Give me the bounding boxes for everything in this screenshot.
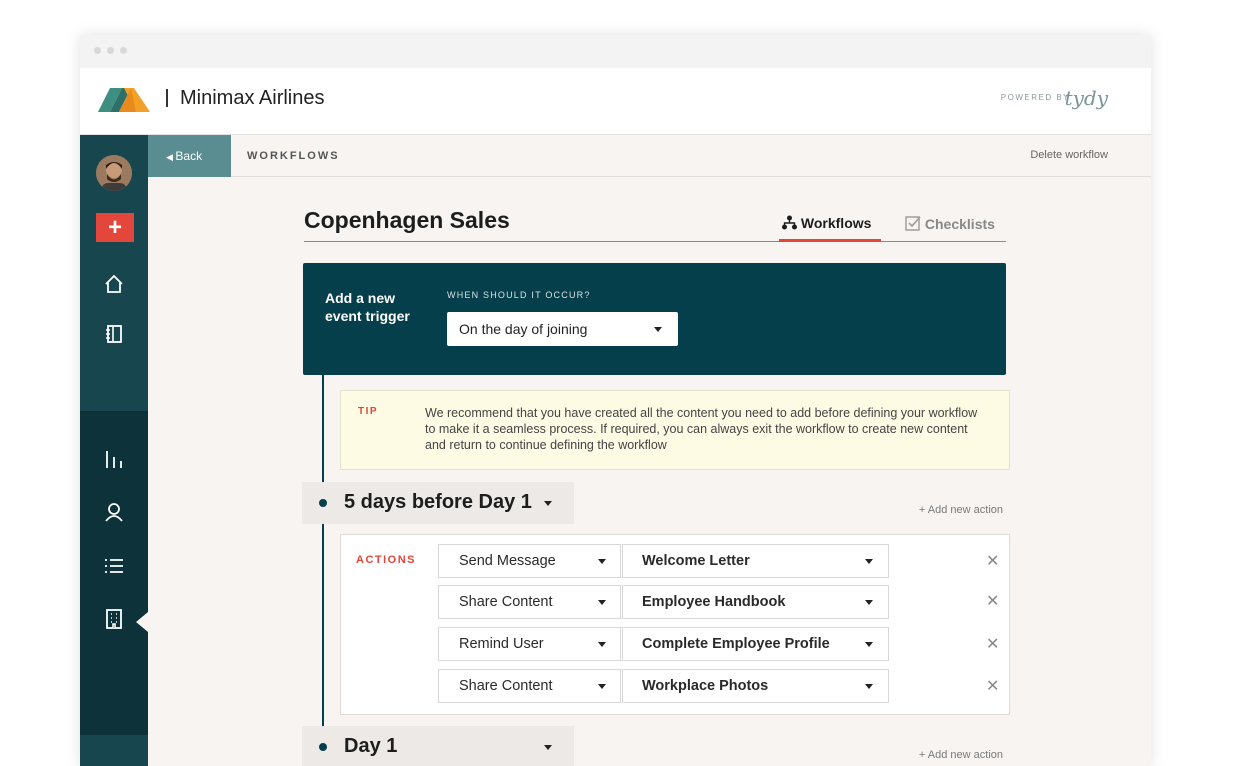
- action-type-value: Send Message: [459, 553, 556, 569]
- chevron-down-icon: [598, 559, 606, 564]
- tab-workflows-label: Workflows: [800, 215, 872, 231]
- remove-action-icon[interactable]: ✕: [986, 679, 999, 695]
- action-type-value: Share Content: [459, 678, 553, 694]
- breadcrumb: WORKFLOWS: [247, 150, 340, 162]
- chevron-down-icon: [865, 559, 873, 564]
- title-divider: [304, 241, 1006, 242]
- actions-panel: ACTIONS Send Message Welcome Letter ✕ Sh…: [340, 534, 1010, 715]
- workflow-icon: [782, 215, 797, 230]
- tab-workflows[interactable]: Workflows: [782, 215, 871, 231]
- trigger-select-value: On the day of joining: [459, 321, 588, 337]
- tip-text: We recommend that you have created all t…: [425, 406, 978, 452]
- chevron-down-icon: [865, 600, 873, 605]
- brand-separator: [166, 89, 168, 107]
- window-dot: [107, 47, 114, 54]
- timeline-dot: [319, 743, 327, 751]
- powered-by-label: POWERED BY: [1000, 93, 1070, 102]
- back-label: Back: [175, 149, 203, 163]
- bar-chart-icon[interactable]: [103, 448, 125, 470]
- chevron-down-icon: [598, 684, 606, 689]
- window-dot: [94, 47, 101, 54]
- action-target-select[interactable]: Workplace Photos: [622, 669, 889, 703]
- action-type-select[interactable]: Share Content: [438, 669, 621, 703]
- notebook-icon[interactable]: [103, 323, 125, 345]
- checkbox-icon: [905, 216, 921, 231]
- action-target-select[interactable]: Welcome Letter: [622, 544, 889, 578]
- action-type-value: Remind User: [459, 636, 544, 652]
- chevron-down-icon: [598, 642, 606, 647]
- action-target-value: Complete Employee Profile: [642, 636, 830, 652]
- brand-name: Minimax Airlines: [180, 87, 325, 109]
- when-label: WHEN SHOULD IT OCCUR?: [447, 290, 591, 300]
- event-trigger-panel: Add a new event trigger WHEN SHOULD IT O…: [303, 263, 1006, 375]
- action-type-value: Share Content: [459, 594, 553, 610]
- chevron-down-icon: [654, 327, 662, 332]
- window-dot: [120, 47, 127, 54]
- section-title: 5 days before Day 1: [344, 491, 532, 513]
- page-title: Copenhagen Sales: [304, 207, 510, 233]
- add-action-link[interactable]: + Add new action: [919, 749, 1003, 761]
- chevron-left-icon: ◀: [166, 152, 176, 162]
- action-target-value: Employee Handbook: [642, 594, 786, 610]
- active-tab-indicator: [779, 239, 881, 242]
- remove-action-icon[interactable]: ✕: [986, 637, 999, 653]
- home-icon[interactable]: [103, 273, 125, 295]
- action-target-value: Welcome Letter: [642, 553, 750, 569]
- list-icon[interactable]: [103, 555, 125, 577]
- tip-box: TIP We recommend that you have created a…: [340, 390, 1010, 470]
- tab-checklists[interactable]: Checklists: [905, 215, 995, 232]
- back-button[interactable]: ◀ Back: [148, 135, 231, 177]
- sidebar: +: [80, 135, 148, 766]
- chevron-down-icon: [865, 684, 873, 689]
- action-target-select[interactable]: Employee Handbook: [622, 585, 889, 619]
- app-window: Minimax Airlines POWERED BY tydy + ◀ Bac…: [80, 35, 1151, 766]
- delete-workflow-link[interactable]: Delete workflow: [1030, 149, 1108, 161]
- remove-action-icon[interactable]: ✕: [986, 554, 999, 570]
- action-type-select[interactable]: Send Message: [438, 544, 621, 578]
- brand-logo-icon: [98, 88, 150, 112]
- add-action-link[interactable]: + Add new action: [919, 504, 1003, 516]
- window-chrome: [80, 35, 1151, 68]
- timeline-line: [322, 375, 324, 766]
- tip-label: TIP: [358, 406, 379, 417]
- section-header[interactable]: Day 1: [302, 726, 574, 766]
- building-icon[interactable]: [103, 608, 125, 630]
- section-header[interactable]: 5 days before Day 1: [302, 482, 574, 524]
- action-type-select[interactable]: Share Content: [438, 585, 621, 619]
- actions-label: ACTIONS: [356, 554, 416, 566]
- avatar-image: [96, 155, 132, 191]
- action-target-select[interactable]: Complete Employee Profile: [622, 627, 889, 661]
- user-icon[interactable]: [103, 501, 125, 523]
- avatar[interactable]: [96, 155, 132, 191]
- remove-action-icon[interactable]: ✕: [986, 594, 999, 610]
- chevron-down-icon: [865, 642, 873, 647]
- tydy-logo: tydy: [1064, 86, 1108, 110]
- trigger-label: Add a new event trigger: [325, 290, 410, 324]
- action-target-value: Workplace Photos: [642, 678, 769, 694]
- app-header: Minimax Airlines POWERED BY tydy: [80, 68, 1151, 135]
- add-button[interactable]: +: [96, 213, 134, 242]
- timeline-dot: [319, 499, 327, 507]
- action-type-select[interactable]: Remind User: [438, 627, 621, 661]
- sidebar-bottom: [80, 735, 148, 766]
- chevron-down-icon: [544, 745, 552, 750]
- tab-checklists-label: Checklists: [924, 216, 995, 232]
- active-item-caret: [136, 612, 148, 632]
- chevron-down-icon: [598, 600, 606, 605]
- section-title: Day 1: [344, 735, 398, 757]
- chevron-down-icon: [544, 501, 552, 506]
- sub-header: ◀ Back WORKFLOWS Delete workflow: [148, 135, 1151, 177]
- trigger-select[interactable]: On the day of joining: [447, 312, 678, 346]
